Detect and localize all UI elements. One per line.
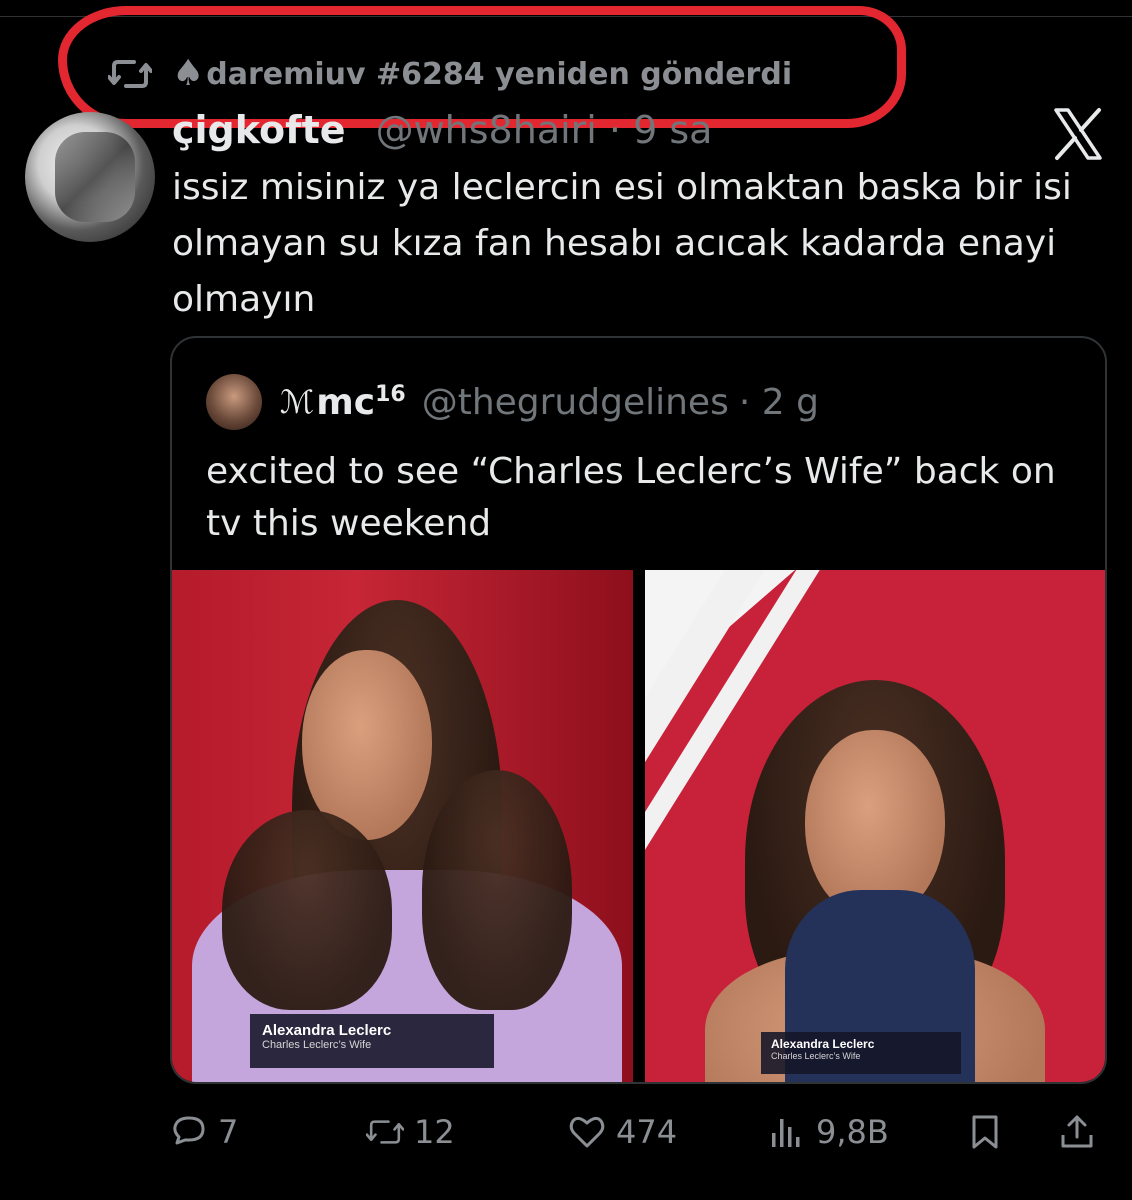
media-image-left[interactable]: Alexandra Leclerc Charles Leclerc’s Wife (172, 570, 633, 1082)
bookmark-icon (972, 1115, 998, 1149)
author-row[interactable]: çigkofte @whs8hairi · 9 sa (172, 108, 712, 152)
author-name[interactable]: çigkofte (172, 108, 346, 152)
quote-timestamp[interactable]: · 2 g (739, 382, 819, 423)
quote-header[interactable]: ℳ mc16 @thegrudgelines · 2 g (206, 374, 819, 430)
like-count: 474 (616, 1113, 678, 1151)
quote-author-avatar[interactable] (206, 374, 262, 430)
quote-name-ornament: ℳ (280, 383, 315, 421)
caption-subtitle: Charles Leclerc’s Wife (771, 1051, 861, 1061)
like-button[interactable]: 474 (568, 1106, 677, 1158)
repost-button[interactable]: 12 (366, 1106, 455, 1158)
share-button[interactable] (1058, 1106, 1106, 1158)
media-gap (633, 570, 645, 1082)
author-handle[interactable]: @whs8hairi · 9 sa (376, 108, 713, 152)
quote-author-name[interactable]: mc16 (316, 382, 405, 423)
reply-count: 7 (218, 1113, 239, 1151)
share-icon (1061, 1115, 1093, 1148)
repost-count: 12 (414, 1113, 455, 1151)
quote-author-handle[interactable]: @thegrudgelines (422, 382, 729, 423)
caption-name: Alexandra Leclerc (262, 1022, 392, 1039)
tweet-text: issiz misiniz ya leclercin esi olmaktan … (172, 167, 1072, 320)
quoted-tweet-card[interactable]: ℳ mc16 @thegrudgelines · 2 g excited to … (170, 336, 1107, 1084)
caption-subtitle: Charles Leclerc’s Wife (262, 1039, 372, 1051)
heart-icon (569, 1116, 605, 1148)
views-icon (772, 1119, 800, 1147)
quote-author-name-text: mc (316, 381, 376, 423)
bookmark-button[interactable] (966, 1106, 1014, 1158)
caption-name: Alexandra Leclerc (771, 1037, 875, 1051)
person-hair-lower-right (422, 770, 572, 1010)
caption-lower-third: Alexandra Leclerc Charles Leclerc’s Wife (761, 1032, 961, 1074)
reply-button[interactable]: 7 (170, 1106, 238, 1158)
author-avatar[interactable] (25, 112, 155, 242)
caption-lower-third: Alexandra Leclerc Charles Leclerc’s Wife (250, 1014, 494, 1068)
views-button[interactable]: 9,8B (768, 1106, 889, 1158)
x-logo-icon (1054, 108, 1102, 160)
media-image-right[interactable]: Alexandra Leclerc Charles Leclerc’s Wife (645, 570, 1105, 1082)
quote-author-name-sup: 16 (375, 381, 406, 407)
views-count: 9,8B (816, 1113, 889, 1151)
tweet-actions: 7 12 474 9,8B (170, 1106, 1110, 1158)
reply-icon (173, 1116, 205, 1145)
person-hair-lower (222, 810, 392, 1010)
quote-media[interactable]: Alexandra Leclerc Charles Leclerc’s Wife… (172, 570, 1105, 1082)
repost-icon (366, 1120, 404, 1144)
quote-text: excited to see “Charles Leclerc’s Wife” … (206, 451, 1056, 544)
